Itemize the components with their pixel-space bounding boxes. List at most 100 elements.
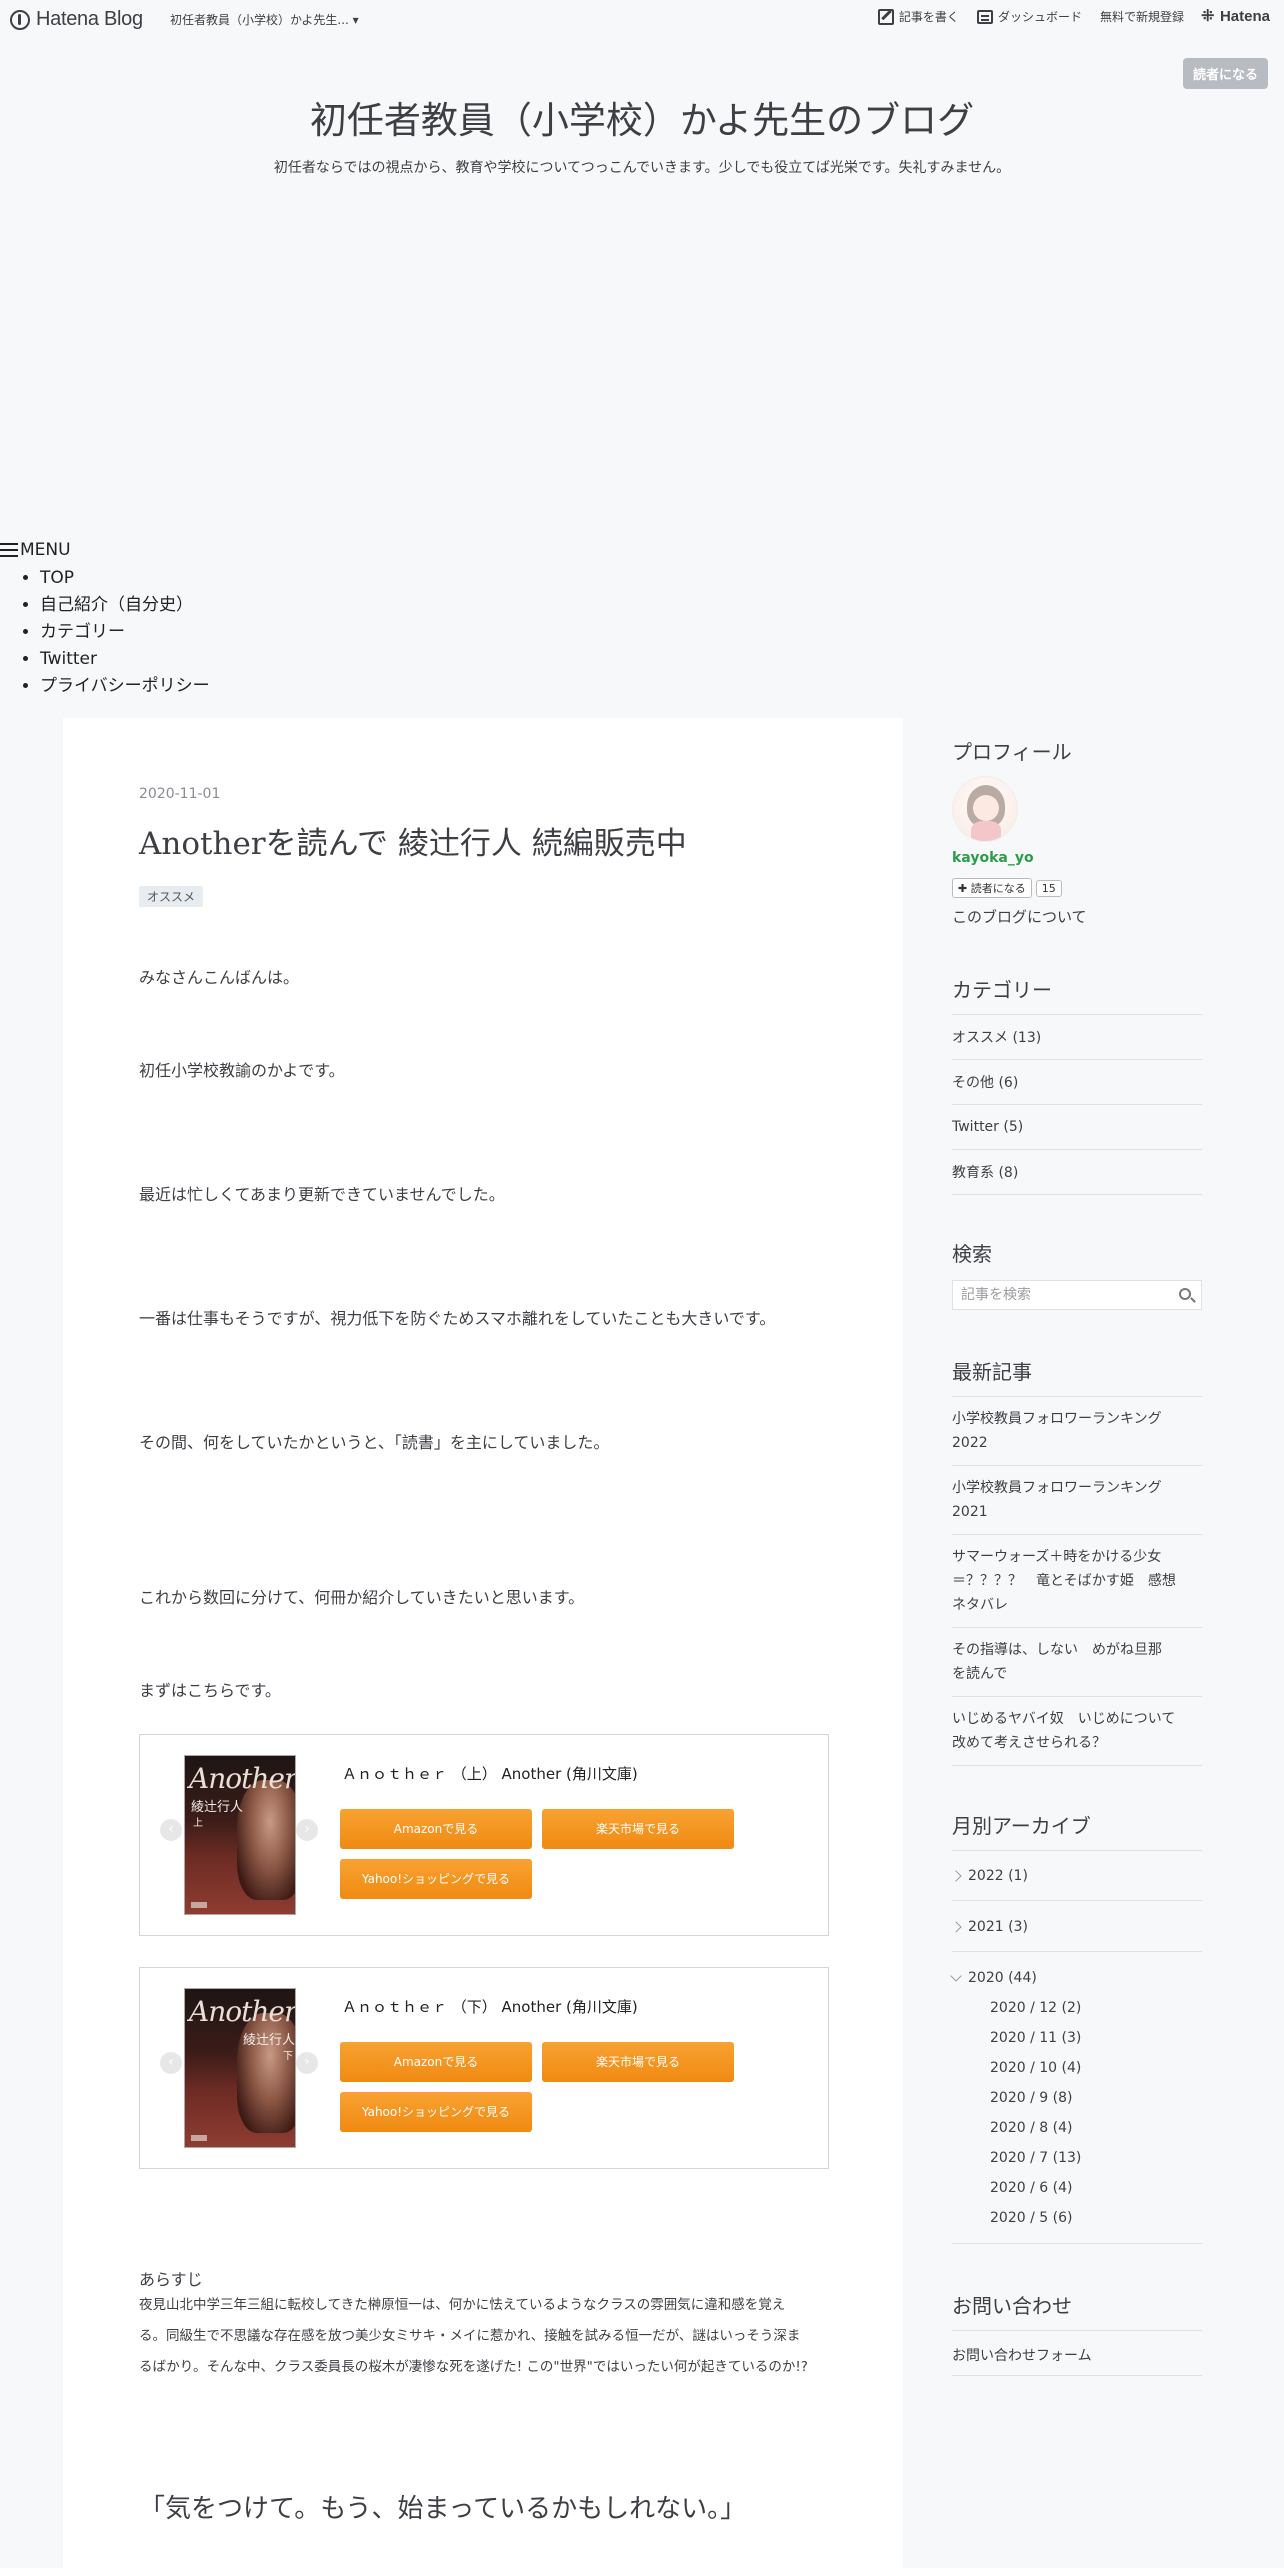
- paragraph: 一番は仕事もそうですが、視力低下を防ぐためスマホ離れをしていたことも大きいです。: [139, 1309, 776, 1328]
- contact-form-link[interactable]: お問い合わせフォーム: [952, 2345, 1092, 2365]
- summary-heading: あらすじ: [139, 2270, 203, 2289]
- about-blog-link[interactable]: このブログについて: [952, 906, 1087, 927]
- categories-heading: カテゴリー: [952, 978, 1052, 1002]
- hatena-link[interactable]: Hatena: [1201, 6, 1270, 26]
- next-arrow-icon[interactable]: ›: [296, 1819, 318, 1841]
- recent-entry-line: 小学校教員フォロワーランキング: [952, 1411, 1162, 1427]
- cover-volume: 上: [193, 1818, 203, 1829]
- entry-title[interactable]: Anotherを読んで 綾辻行人 続編販売中: [139, 818, 687, 863]
- chevron-right-icon: [950, 1921, 962, 1933]
- divider: [952, 2243, 1202, 2244]
- subscribe-label: 読者になる: [970, 882, 1026, 895]
- divider: [952, 2375, 1202, 2376]
- amazon-button[interactable]: Amazonで見る: [340, 2042, 532, 2082]
- cover-title: Another: [189, 1995, 296, 2028]
- summary-line: 夜見山北中学三年三組に転校してきた榊原恒一は、何かに怯えているようなクラスの雰囲…: [139, 2297, 786, 2313]
- category-item[interactable]: その他 (6): [952, 1060, 1202, 1105]
- write-entry-link[interactable]: 記事を書く: [877, 8, 959, 25]
- chevron-right-icon: [950, 1870, 962, 1882]
- archive-month-link[interactable]: 2020 / 8 (4): [990, 2120, 1072, 2136]
- recent-entry-line: 2022: [952, 1435, 988, 1451]
- rakuten-button[interactable]: 楽天市場で見る: [542, 1809, 734, 1849]
- prev-arrow-icon[interactable]: ‹: [160, 2052, 182, 2074]
- subscriber-count[interactable]: 15: [1035, 879, 1062, 897]
- search-icon[interactable]: [1179, 1288, 1191, 1300]
- menu-label: MENU: [20, 540, 71, 560]
- subscribe-button[interactable]: 読者になる: [1182, 58, 1268, 89]
- menu-item-privacy[interactable]: プライバシーポリシー: [40, 674, 210, 701]
- global-menu: TOP 自己紹介（自分史） カテゴリー Twitter プライバシーポリシー: [40, 566, 210, 701]
- paragraph: その間、何をしていたかというと、「読書」を主にしていました。: [139, 1433, 610, 1452]
- search-input[interactable]: [953, 1281, 1163, 1309]
- archive-year-2022[interactable]: 2022 (1): [950, 1868, 1028, 1884]
- entry-date[interactable]: 2020-11-01: [139, 786, 220, 802]
- divider: [952, 1850, 1202, 1851]
- book-cover-image[interactable]: Another 綾辻行人 下: [184, 1988, 296, 2148]
- archive-month-link[interactable]: 2020 / 9 (8): [990, 2090, 1072, 2106]
- hatena-blog-logo-icon: [10, 9, 30, 30]
- archive-month-link[interactable]: 2020 / 5 (6): [990, 2210, 1072, 2226]
- recent-entry-link[interactable]: いじめるヤバイ奴 いじめについて 改めて考えさせられる？: [952, 1697, 1202, 1766]
- menu-item-profile[interactable]: 自己紹介（自分史）: [40, 593, 210, 620]
- summary-text: 夜見山北中学三年三組に転校してきた榊原恒一は、何かに怯えているようなクラスの雰囲…: [139, 2290, 839, 2383]
- archive-year-2021[interactable]: 2021 (3): [950, 1919, 1028, 1935]
- blog-title[interactable]: 初任者教員（小学校）かよ先生のブログ: [0, 90, 1284, 144]
- category-list: オススメ (13) その他 (6) Twitter (5) 教育系 (8): [952, 1014, 1202, 1195]
- recent-entry-line: サマーウォーズ＋時をかける少女: [952, 1549, 1162, 1565]
- rakuten-button[interactable]: 楽天市場で見る: [542, 2042, 734, 2082]
- hatena-label: Hatena: [1219, 8, 1270, 25]
- yahoo-button[interactable]: Yahoo!ショッピングで見る: [340, 1859, 532, 1899]
- hatena-blog-logo[interactable]: Hatena Blog: [10, 8, 143, 31]
- hamburger-icon: [0, 543, 18, 557]
- archive-month-link[interactable]: 2020 / 12 (2): [990, 2000, 1081, 2016]
- divider: [952, 1951, 1202, 1952]
- profile-username[interactable]: kayoka_yo: [952, 850, 1034, 866]
- menu-item-twitter[interactable]: Twitter: [40, 647, 210, 674]
- recent-heading: 最新記事: [952, 1360, 1032, 1384]
- recent-entry-line: 2021: [952, 1504, 988, 1520]
- profile-subscribe: ✚ 読者になる 15: [952, 878, 1062, 898]
- recent-entry-link[interactable]: その指導は、しない めがね旦那 を読んで: [952, 1628, 1202, 1697]
- avatar-face: [973, 795, 999, 821]
- recent-entry-line: 小学校教員フォロワーランキング: [952, 1480, 1162, 1496]
- entry-category-tag[interactable]: オススメ: [139, 886, 204, 907]
- menu-item-top[interactable]: TOP: [40, 566, 210, 593]
- archive-month-link[interactable]: 2020 / 6 (4): [990, 2180, 1072, 2196]
- paragraph: 最近は忙しくてあまり更新できていませんでした。: [139, 1185, 505, 1204]
- summary-line: るばかり。そんな中、クラス委員長の桜木が凄惨な死を遂げた! この"世界"ではいっ…: [139, 2359, 808, 2375]
- recent-entry-line: ＝？？？？ 竜とそばかす姫 感想: [952, 1573, 1176, 1589]
- recent-entry-line: その指導は、しない めがね旦那: [952, 1642, 1162, 1658]
- profile-subscribe-button[interactable]: ✚ 読者になる: [952, 878, 1032, 898]
- amazon-button[interactable]: Amazonで見る: [340, 1809, 532, 1849]
- category-item[interactable]: オススメ (13): [952, 1015, 1202, 1060]
- brand-name: Hatena Blog: [36, 8, 143, 30]
- recent-entry-link[interactable]: 小学校教員フォロワーランキング 2021: [952, 1466, 1202, 1535]
- archive-month-link[interactable]: 2020 / 11 (3): [990, 2030, 1081, 2046]
- archive-year-label: 2020 (44): [968, 1970, 1037, 1986]
- profile-avatar[interactable]: [952, 776, 1018, 842]
- recent-entry-line: ネタバレ: [952, 1597, 1008, 1613]
- prev-arrow-icon[interactable]: ‹: [160, 1819, 182, 1841]
- recent-entry-line: いじめるヤバイ奴 いじめについて: [952, 1711, 1176, 1727]
- dashboard-link[interactable]: ダッシュボード: [976, 8, 1082, 25]
- blog-switcher[interactable]: 初任者教員（小学校）かよ先生... ▾: [170, 11, 359, 28]
- recent-entry-link[interactable]: サマーウォーズ＋時をかける少女 ＝？？？？ 竜とそばかす姫 感想 ネタバレ: [952, 1535, 1202, 1628]
- product-name[interactable]: Ａｎｏｔｈｅｒ （上） Another (角川文庫): [342, 1763, 638, 1784]
- recent-entry-link[interactable]: 小学校教員フォロワーランキング 2022: [952, 1397, 1202, 1466]
- book-cover-image[interactable]: Another 綾辻行人 上: [184, 1755, 296, 1915]
- archive-year-2020[interactable]: 2020 (44): [950, 1970, 1037, 1986]
- menu-item-category[interactable]: カテゴリー: [40, 620, 210, 647]
- paragraph: みなさんこんばんは。: [139, 968, 300, 987]
- cover-volume: 下: [283, 2051, 293, 2062]
- archive-month-link[interactable]: 2020 / 7 (13): [990, 2150, 1081, 2166]
- category-item[interactable]: 教育系 (8): [952, 1150, 1202, 1195]
- next-arrow-icon[interactable]: ›: [296, 2052, 318, 2074]
- archive-month-link[interactable]: 2020 / 10 (4): [990, 2060, 1081, 2076]
- product-name[interactable]: Ａｎｏｔｈｅｒ （下） Another (角川文庫): [342, 1996, 638, 2017]
- avatar-body: [971, 821, 1001, 841]
- menu-toggle[interactable]: MENU: [0, 540, 71, 560]
- search-heading: 検索: [952, 1242, 992, 1266]
- signup-link[interactable]: 無料で新規登録: [1100, 8, 1184, 25]
- category-item[interactable]: Twitter (5): [952, 1105, 1202, 1150]
- yahoo-button[interactable]: Yahoo!ショッピングで見る: [340, 2092, 532, 2132]
